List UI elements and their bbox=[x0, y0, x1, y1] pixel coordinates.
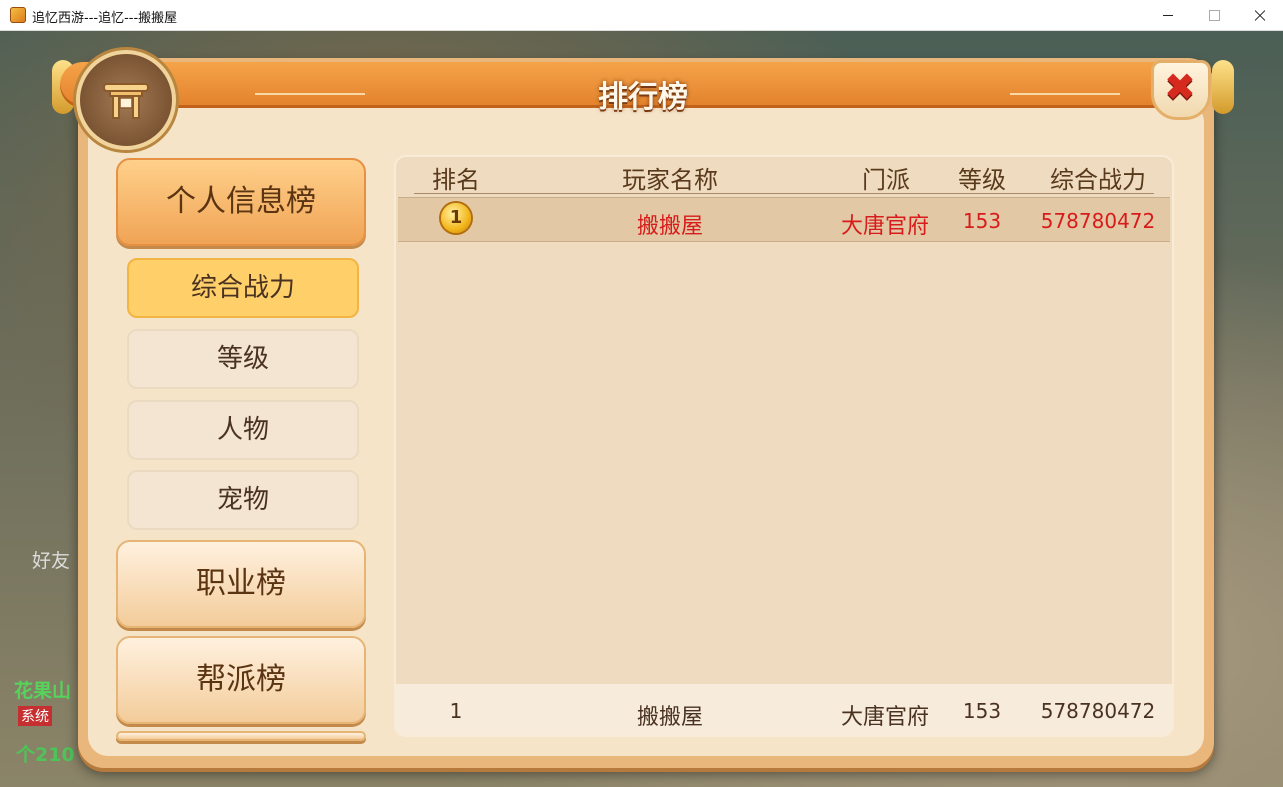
ranking-table bbox=[394, 155, 1174, 737]
sub-combat-power[interactable]: 综合战力 bbox=[127, 258, 359, 318]
maximize-button[interactable] bbox=[1191, 0, 1237, 31]
bottom-number: 个210 bbox=[16, 744, 75, 766]
friend-label[interactable]: 好友 bbox=[32, 546, 70, 573]
header-level: 等级 bbox=[958, 166, 1006, 194]
window-titlebar: 追忆西游---追忆---搬搬屋 bbox=[0, 0, 1283, 31]
scroll-cap-right-icon bbox=[1212, 60, 1234, 114]
header-player-name: 玩家名称 bbox=[622, 166, 718, 194]
panel-title: 排行榜 bbox=[598, 80, 688, 115]
category-personal[interactable]: 个人信息榜 bbox=[116, 158, 366, 246]
category-profession[interactable]: 职业榜 bbox=[116, 540, 366, 628]
row-combat-power: 578780472 bbox=[1040, 209, 1156, 233]
window-title: 追忆西游---追忆---搬搬屋 bbox=[32, 11, 178, 26]
panel-close-button[interactable]: ✖ bbox=[1151, 60, 1211, 120]
sub-character[interactable]: 人物 bbox=[127, 400, 359, 460]
category-guild[interactable]: 帮派榜 bbox=[116, 636, 366, 724]
sub-pet[interactable]: 宠物 bbox=[127, 470, 359, 530]
chat-location: 花果山 bbox=[14, 680, 72, 702]
close-icon: ✖ bbox=[1164, 65, 1196, 109]
sub-level[interactable]: 等级 bbox=[127, 329, 359, 389]
ranking-emblem-icon bbox=[76, 50, 176, 150]
footer-level: 153 bbox=[962, 699, 1002, 723]
category-more[interactable] bbox=[116, 731, 366, 741]
system-tag: 系统 bbox=[18, 706, 52, 726]
minimize-icon bbox=[1163, 15, 1173, 16]
footer-rank: 1 bbox=[449, 699, 463, 723]
header-divider bbox=[414, 193, 1154, 194]
footer-player-name: 搬搬屋 bbox=[636, 705, 703, 730]
ornament-right-icon bbox=[1010, 93, 1120, 95]
minimize-button[interactable] bbox=[1145, 0, 1191, 31]
ornament-left-icon bbox=[255, 93, 365, 95]
app-icon bbox=[10, 7, 26, 23]
header-faction: 门派 bbox=[862, 166, 910, 194]
gate-icon bbox=[103, 83, 149, 119]
footer-faction: 大唐官府 bbox=[840, 705, 929, 730]
row-player-name: 搬搬屋 bbox=[636, 214, 703, 239]
gold-medal-icon: 1 bbox=[441, 203, 471, 233]
footer-combat-power: 578780472 bbox=[1040, 699, 1156, 723]
row-faction: 大唐官府 bbox=[840, 214, 929, 239]
window-close-button[interactable] bbox=[1237, 0, 1283, 31]
header-combat-power: 综合战力 bbox=[1050, 166, 1146, 194]
maximize-icon bbox=[1209, 10, 1220, 21]
header-rank: 排名 bbox=[432, 166, 480, 194]
row-level: 153 bbox=[962, 209, 1002, 233]
